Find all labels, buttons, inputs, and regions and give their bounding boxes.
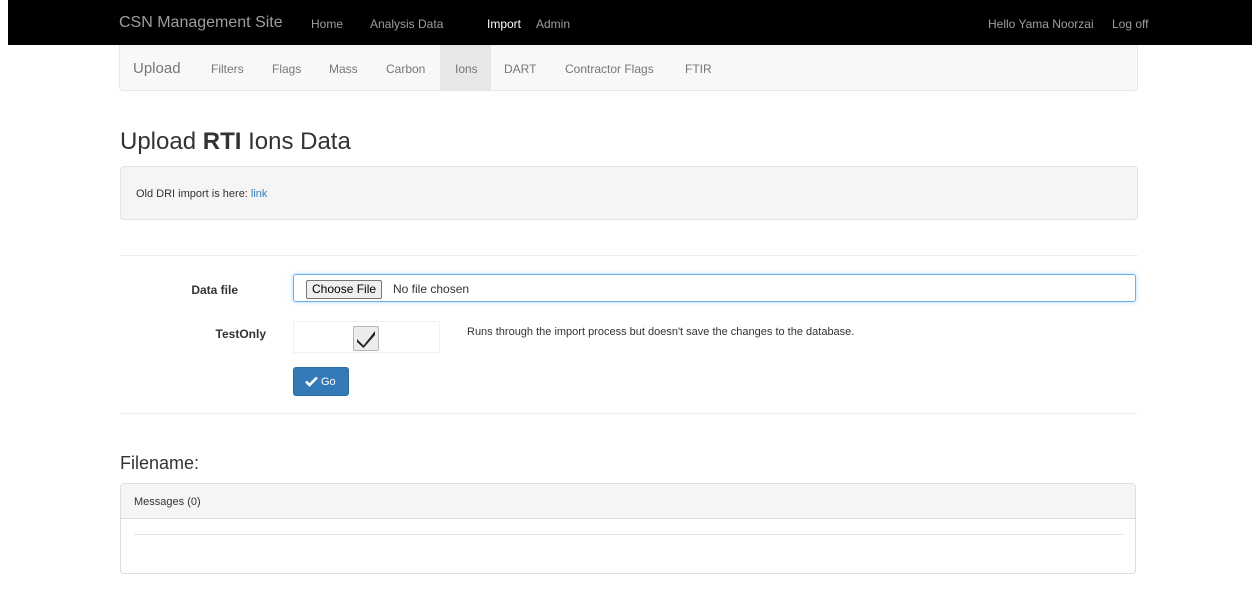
subnav-mass[interactable]: Mass [329,62,358,76]
subnav-ions[interactable]: Ions [455,62,478,76]
go-button[interactable]: Go [293,367,349,396]
subnav-contractor-flags[interactable]: Contractor Flags [565,62,654,76]
page-title-prefix: Upload [120,128,203,155]
user-greeting-link[interactable]: Hello Yama Noorzai [988,17,1094,31]
nav-admin[interactable]: Admin [536,17,570,31]
nav-analysis-data[interactable]: Analysis Data [370,17,443,31]
testonly-checkbox[interactable] [353,326,379,351]
testonly-checkbox-wrap [293,321,440,353]
messages-panel-heading: Messages (0) [121,484,1135,519]
data-file-label: Data file [191,283,238,297]
subnav-dart[interactable]: DART [504,62,536,76]
page-title-suffix: Ions Data [241,128,351,155]
data-file-input[interactable]: Choose File No file chosen [293,274,1136,302]
file-status-text: No file chosen [393,282,470,296]
subnav-flags[interactable]: Flags [272,62,301,76]
messages-panel: Messages (0) [120,483,1136,574]
divider-bottom [120,413,1138,414]
subnav-ftir[interactable]: FTIR [685,62,712,76]
notice-text: Old DRI import is here: [136,188,251,200]
go-button-label: Go [321,376,336,388]
nav-import[interactable]: Import [487,17,521,31]
messages-count: Messages (0) [134,496,201,508]
messages-divider [134,534,1124,535]
filename-heading: Filename: [120,453,200,473]
old-import-link[interactable]: link [251,188,268,200]
site-brand-link[interactable]: CSN Management Site [119,14,283,32]
nav-home[interactable]: Home [311,17,343,31]
upload-subnav: Upload Filters Flags Mass Carbon Ions DA… [119,45,1138,91]
testonly-help-text: Runs through the import process but does… [467,326,855,338]
page-title-bold: RTI [202,128,242,155]
notice-text-wrap: Old DRI import is here: link [136,188,267,200]
subnav-brand-upload[interactable]: Upload [133,60,181,77]
divider-top [120,255,1138,256]
logoff-link[interactable]: Log off [1112,17,1148,31]
subnav-filters[interactable]: Filters [211,62,244,76]
checkmark-icon [357,331,375,348]
old-import-notice: Old DRI import is here: link [120,166,1138,220]
subnav-carbon[interactable]: Carbon [386,62,425,76]
check-icon [305,376,318,387]
page-title: Upload RTI Ions Data [120,128,351,156]
testonly-label: TestOnly [215,327,266,341]
choose-file-button[interactable]: Choose File [306,280,383,299]
top-navbar: CSN Management Site Home Analysis Data I… [8,0,1252,45]
